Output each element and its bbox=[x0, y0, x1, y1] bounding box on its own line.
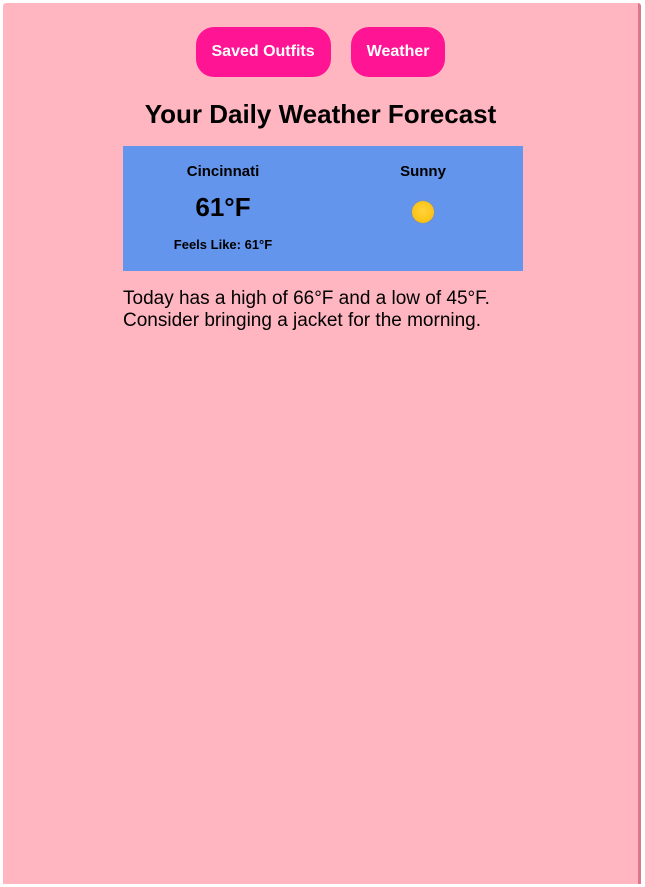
top-nav: Saved Outfits Weather bbox=[3, 27, 638, 77]
location-column: Cincinnati 61°F Feels Like: 61°F bbox=[123, 146, 323, 271]
weather-button[interactable]: Weather bbox=[350, 27, 446, 77]
page-title: Your Daily Weather Forecast bbox=[144, 99, 497, 129]
sun-icon bbox=[412, 201, 434, 223]
city-name: Cincinnati bbox=[186, 163, 260, 180]
feels-like-temperature: Feels Like: 61°F bbox=[173, 237, 273, 252]
current-temperature: 61°F bbox=[195, 192, 251, 222]
forecast-summary: Today has a high of 66°F and a low of 45… bbox=[123, 288, 490, 331]
weather-condition: Sunny bbox=[400, 163, 446, 180]
app-container: Saved Outfits Weather Your Daily Weather… bbox=[3, 3, 641, 884]
weather-card: Cincinnati 61°F Feels Like: 61°F Sunny bbox=[123, 146, 523, 271]
saved-outfits-button[interactable]: Saved Outfits bbox=[195, 27, 331, 77]
condition-column: Sunny bbox=[323, 146, 523, 271]
